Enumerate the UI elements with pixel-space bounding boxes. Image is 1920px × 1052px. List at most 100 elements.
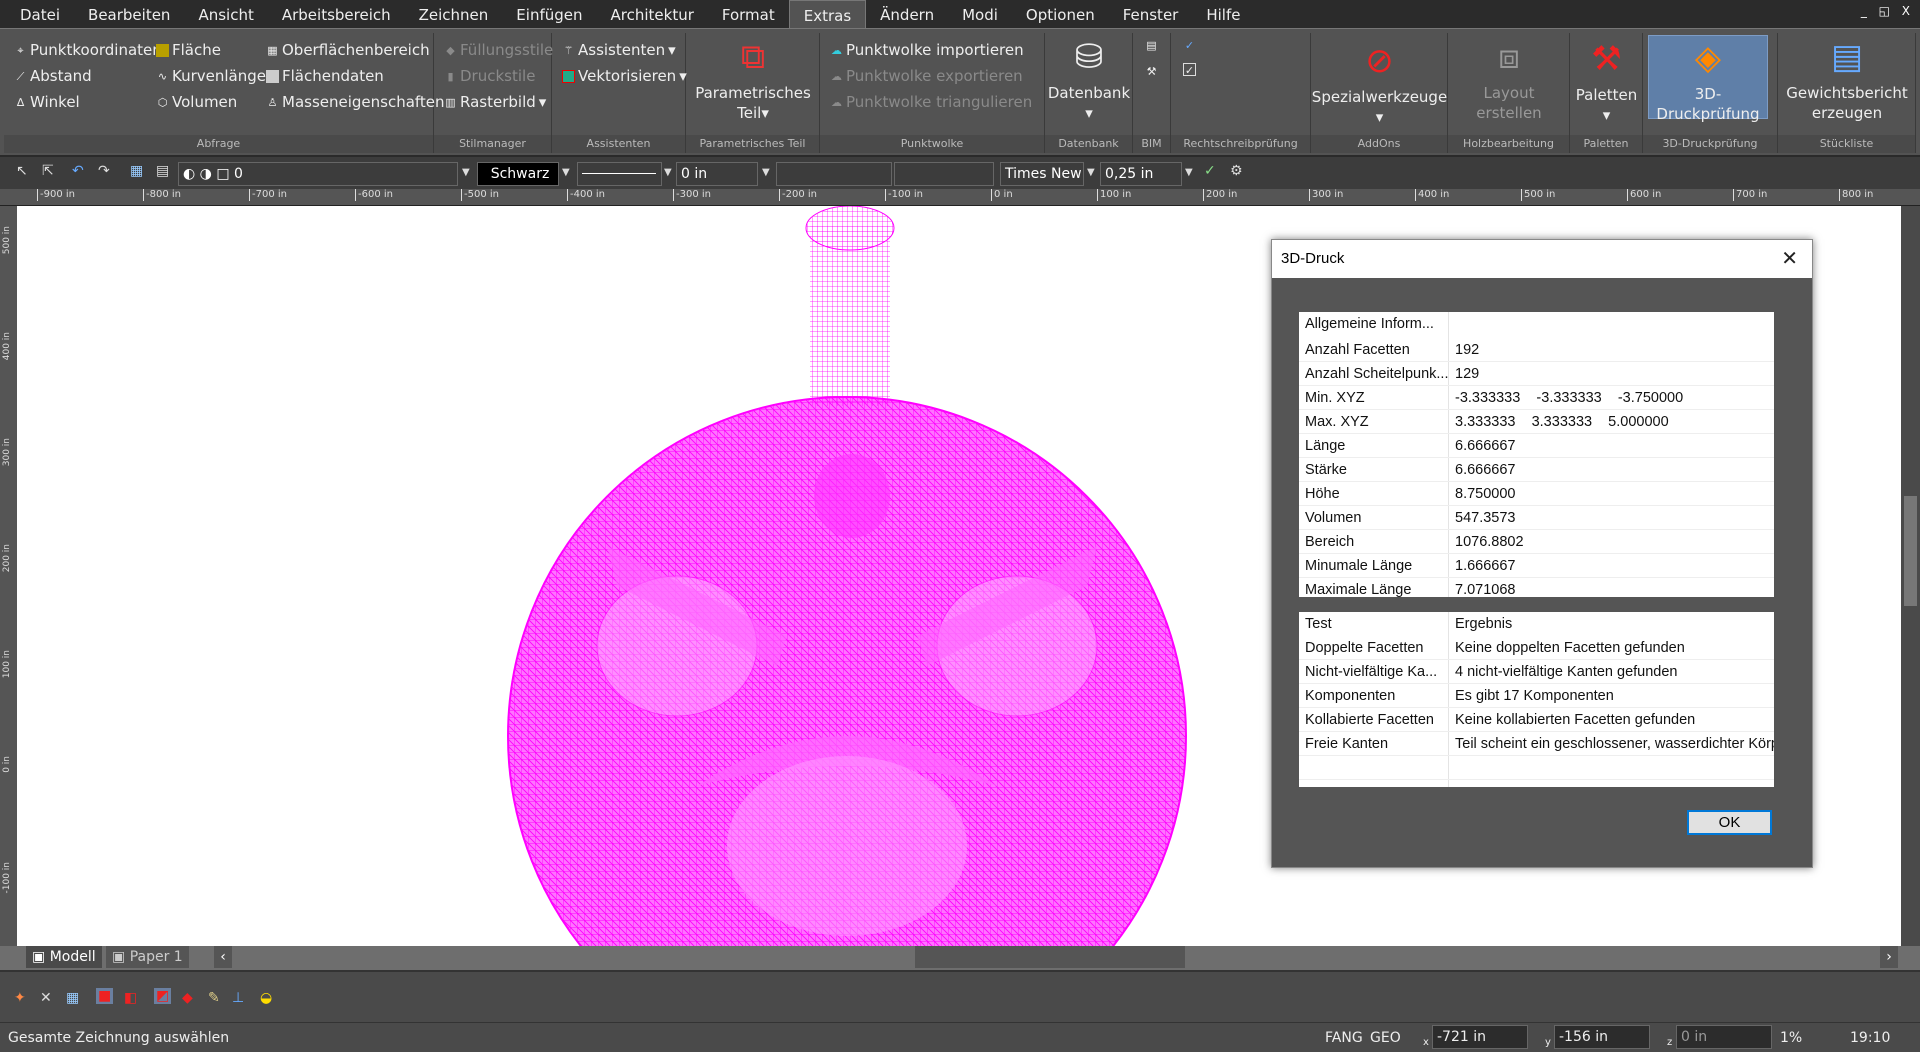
check-icon[interactable]: ✓ [1204, 163, 1216, 179]
cube-icon[interactable]: ◆ [182, 990, 193, 1006]
spell-check-button[interactable]: ✓ [1183, 39, 1196, 52]
polar-icon[interactable]: ◧ [124, 990, 137, 1006]
style-dropdown-1[interactable] [776, 162, 892, 186]
paletten-button[interactable]: ⚒ Paletten ▾ [1570, 37, 1643, 125]
druckstile-button[interactable]: ▮ Druckstile [444, 67, 535, 85]
pencil-icon[interactable]: ✎ [208, 990, 220, 1006]
layer-manager-icon[interactable]: ▦ [130, 163, 143, 179]
chevron-down-icon[interactable]: ▼ [562, 167, 570, 178]
linewidth-field[interactable]: 0 in [676, 162, 758, 186]
ortho-icon[interactable]: ■ [96, 988, 114, 1004]
chevron-down-icon[interactable]: ▼ [762, 167, 770, 178]
text-size-field[interactable]: 0,25 in [1100, 162, 1182, 186]
table-row[interactable]: Doppelte Facetten Keine doppelten Facette… [1299, 636, 1774, 660]
flaeche-button[interactable]: Fläche [156, 41, 221, 59]
3d-druckpruefung-button[interactable]: ◈ 3D-Druckprüfung [1648, 35, 1768, 123]
track-icon[interactable]: ◩ [154, 988, 172, 1004]
menu-6[interactable]: Architektur [597, 0, 708, 28]
table-row[interactable]: Minumale Länge 1.666667 [1299, 554, 1774, 578]
table-row[interactable]: Freie Kanten Teil scheint ein geschlossen… [1299, 732, 1774, 756]
assistenten-button[interactable]: ⚚ Assistenten ▾ [562, 41, 676, 59]
menu-7[interactable]: Format [708, 0, 789, 28]
close-icon[interactable]: ✕ [1781, 240, 1798, 278]
style-dropdown-2[interactable] [894, 162, 994, 186]
linetype-dropdown[interactable] [577, 162, 662, 186]
tab-paper-1[interactable]: ▣ Paper 1 [106, 946, 189, 968]
table-row[interactable]: Allgemeine Inform... [1299, 312, 1774, 338]
window-controls[interactable]: _ ◱ X [1861, 4, 1914, 18]
color-dropdown[interactable]: Schwarz [477, 162, 559, 186]
scroll-left-button[interactable]: ‹ [214, 946, 232, 968]
gewichtsbericht-button[interactable]: ▤ Gewichtsbericht erzeugen [1778, 35, 1916, 123]
spezialwerkzeuge-button[interactable]: ⊘ Spezialwerkzeuge ▾ [1311, 39, 1448, 127]
menu-8[interactable]: Extras [788, 0, 867, 28]
menu-3[interactable]: Arbeitsbereich [268, 0, 405, 28]
menu-9[interactable]: Ändern [866, 0, 948, 28]
rasterbild-button[interactable]: ▥ Rasterbild ▾ [444, 93, 546, 111]
oberflaechenbereich-button[interactable]: ▦ Oberflächenbereich [266, 41, 429, 59]
table-row[interactable]: Min. XYZ -3.333333 -3.333333 -3.750000 [1299, 386, 1774, 410]
table-row[interactable]: Anzahl Scheitelpunk... 129 [1299, 362, 1774, 386]
vektorisieren-button[interactable]: Vektorisieren ▾ [562, 67, 687, 85]
layer-states-icon[interactable]: ▤ [156, 163, 169, 179]
table-row[interactable]: Länge 6.666667 [1299, 434, 1774, 458]
winkel-button[interactable]: ∆ Winkel [14, 93, 80, 111]
table-row[interactable]: Max. XYZ 3.333333 3.333333 5.000000 [1299, 410, 1774, 434]
x-coordinate-field[interactable]: -721 in [1432, 1025, 1528, 1049]
punktkoordinaten-button[interactable]: ⌖ Punktkoordinaten [14, 41, 161, 59]
chevron-down-icon[interactable]: ▼ [664, 167, 672, 178]
font-dropdown[interactable]: Times New [1000, 162, 1084, 186]
z-coordinate-field[interactable]: 0 in [1676, 1025, 1772, 1049]
ok-button[interactable]: OK [1687, 810, 1772, 835]
scroll-right-button[interactable]: › [1880, 946, 1898, 968]
spell-check-options-button[interactable]: ✓ [1183, 63, 1196, 77]
menu-12[interactable]: Fenster [1109, 0, 1193, 28]
snap-icon[interactable]: ✦ [14, 990, 26, 1006]
flaechendaten-button[interactable]: Flächendaten [266, 67, 384, 85]
menu-1[interactable]: Bearbeiten [74, 0, 184, 28]
layout-erstellen-button[interactable]: ⧈ Layout erstellen [1448, 35, 1570, 123]
table-row[interactable]: Komponenten Es gibt 17 Komponenten [1299, 684, 1774, 708]
redo-icon[interactable]: ↷ [98, 163, 110, 179]
table-row[interactable]: Test Ergebnis [1299, 612, 1774, 636]
grid-icon[interactable]: ▦ [66, 990, 79, 1006]
fuellungsstile-button[interactable]: ◆ Füllungsstile [444, 41, 553, 59]
undo-icon[interactable]: ↶ [72, 163, 84, 179]
table-row[interactable]: Bereich 1076.8802 [1299, 530, 1774, 554]
kurvenlaenge-button[interactable]: ∿ Kurvenlänge [156, 67, 266, 85]
bim-button-1[interactable]: ▤ [1145, 39, 1158, 52]
table-row[interactable]: Anzahl Facetten 192 [1299, 338, 1774, 362]
punktwolke-triangulieren-button[interactable]: ☁ Punktwolke triangulieren [830, 93, 1032, 111]
menu-0[interactable]: Datei [6, 0, 74, 28]
close-icon[interactable]: ✕ [40, 990, 52, 1006]
table-row[interactable]: Kollabierte Facetten Keine kollabierten F… [1299, 708, 1774, 732]
table-row[interactable]: Höhe 8.750000 [1299, 482, 1774, 506]
table-row[interactable] [1299, 780, 1774, 787]
pointer-icon[interactable]: ⇱ [42, 163, 54, 179]
scroll-thumb[interactable] [1904, 496, 1917, 606]
geo-toggle[interactable]: GEO [1370, 1030, 1401, 1046]
menu-11[interactable]: Optionen [1012, 0, 1109, 28]
volumen-button[interactable]: ⬡ Volumen [156, 93, 238, 111]
menu-4[interactable]: Zeichnen [405, 0, 503, 28]
vertical-scrollbar[interactable] [1901, 206, 1920, 946]
datenbank-button[interactable]: ⛁ Datenbank ▾ [1045, 35, 1133, 123]
abstand-button[interactable]: ⟋ Abstand [14, 67, 92, 85]
menu-10[interactable]: Modi [948, 0, 1012, 28]
select-icon[interactable]: ↖ [16, 163, 28, 179]
table-row[interactable] [1299, 756, 1774, 780]
parametrisches-teil-button[interactable]: ⧉ Parametrisches Teil▾ [686, 35, 820, 123]
chevron-down-icon[interactable]: ▼ [1185, 167, 1193, 178]
settings-icon[interactable]: ⚙ [1230, 163, 1243, 179]
dimension-icon[interactable]: ⊥ [232, 990, 244, 1006]
punktwolke-exportieren-button[interactable]: ☁ Punktwolke exportieren [830, 67, 1023, 85]
menu-13[interactable]: Hilfe [1192, 0, 1254, 28]
tab-modell[interactable]: ▣ Modell [26, 946, 102, 968]
table-row[interactable]: Maximale Länge 7.071068 [1299, 578, 1774, 597]
punktwolke-importieren-button[interactable]: ☁ Punktwolke importieren [830, 41, 1024, 59]
y-coordinate-field[interactable]: -156 in [1554, 1025, 1650, 1049]
bim-button-2[interactable]: ⚒ [1145, 65, 1158, 78]
eraser-icon[interactable]: ◒ [260, 990, 272, 1006]
masseneigenschaften-button[interactable]: ♙ Masseneigenschaften [266, 93, 445, 111]
chevron-down-icon[interactable]: ▼ [1087, 167, 1095, 178]
